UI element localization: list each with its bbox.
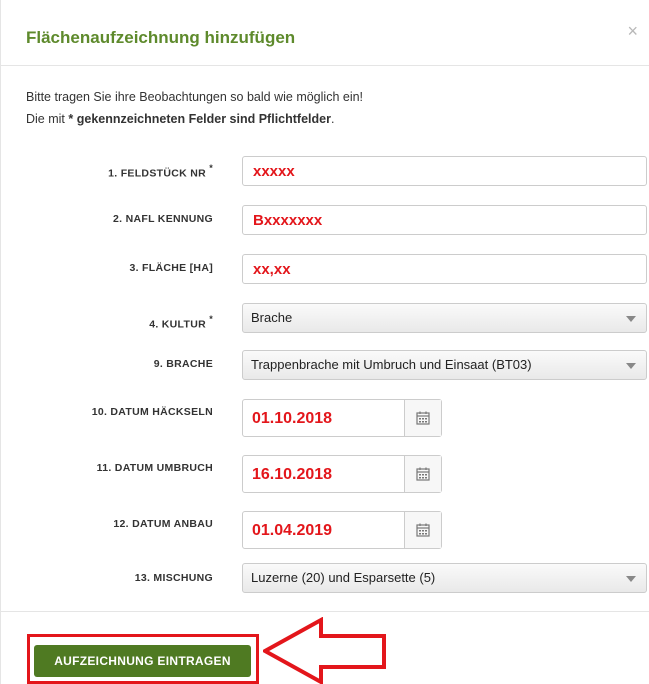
anbau-date-value: 01.04.2019 (252, 522, 333, 539)
brache-select[interactable]: Trappenbrache mit Umbruch und Einsaat (B… (242, 350, 647, 380)
field-row-kultur: 4. Kultur * Brache (1, 303, 649, 337)
label-umbruch: 11. Datum Umbruch (96, 462, 213, 474)
field-row-haeckseln: 10. Datum Häckseln 01.10.2018 (1, 399, 649, 437)
calendar-icon (416, 467, 430, 481)
calendar-icon (416, 523, 430, 537)
flaeche-input[interactable]: xx,xx (242, 254, 647, 284)
calendar-button[interactable] (404, 456, 441, 492)
nafl-input[interactable]: Bxxxxxxx (242, 205, 647, 235)
label-kultur-text: 4. Kultur (149, 318, 206, 331)
haeckseln-date-input[interactable]: 01.10.2018 (242, 399, 442, 437)
mischung-selected: Luzerne (20) und Esparsette (5) (251, 570, 436, 585)
brache-selected: Trappenbrache mit Umbruch und Einsaat (B… (251, 357, 532, 372)
anbau-date-input[interactable]: 01.04.2019 (242, 511, 442, 549)
intro-line-1: Bitte tragen Sie ihre Beobachtungen so b… (26, 90, 364, 104)
intro-prefix: Die mit (26, 112, 65, 126)
label-haeckseln: 10. Datum Häckseln (91, 406, 213, 418)
modal-header: Flächenaufzeichnung hinzufügen × (1, 0, 649, 66)
kultur-select[interactable]: Brache (242, 303, 647, 333)
calendar-button[interactable] (404, 512, 441, 548)
haeckseln-date-value: 01.10.2018 (252, 410, 333, 427)
required-marker: * (209, 163, 213, 173)
feldstueck-input[interactable]: xxxxx (242, 156, 647, 186)
field-row-nafl: 2. NAFL Kennung Bxxxxxxx (1, 205, 649, 239)
field-row-feldstueck: 1. Feldstück Nr * xxxxx (1, 156, 649, 190)
intro-required-note: * gekennzeichneten Felder sind Pflichtfe… (68, 112, 331, 126)
calendar-button[interactable] (404, 400, 441, 436)
red-arrow-annotation (263, 617, 386, 684)
intro-text: Bitte tragen Sie ihre Beobachtungen so b… (26, 86, 363, 130)
kultur-selected: Brache (251, 310, 293, 325)
chevron-down-icon (626, 316, 636, 322)
field-row-anbau: 12. Datum Anbau 01.04.2019 (1, 511, 649, 549)
label-mischung: 13. Mischung (134, 572, 213, 584)
modal-title: Flächenaufzeichnung hinzufügen (26, 28, 296, 47)
chevron-down-icon (626, 576, 636, 582)
umbruch-date-input[interactable]: 16.10.2018 (242, 455, 442, 493)
field-row-mischung: 13. Mischung Luzerne (20) und Esparsette… (1, 563, 649, 597)
chevron-down-icon (626, 363, 636, 369)
mischung-select[interactable]: Luzerne (20) und Esparsette (5) (242, 563, 647, 593)
calendar-icon (416, 411, 430, 425)
intro-line-2: Die mit * gekennzeichneten Felder sind P… (26, 108, 363, 130)
label-feldstueck: 1. Feldstück Nr * (1, 163, 213, 180)
label-brache: 9. Brache (153, 358, 213, 370)
required-marker: * (209, 314, 213, 324)
modal-dialog: Flächenaufzeichnung hinzufügen × Bitte t… (0, 0, 649, 684)
label-feldstueck-text: 1. Feldstück Nr (108, 167, 206, 180)
intro-suffix: . (330, 112, 335, 126)
close-icon[interactable]: × (627, 22, 638, 40)
umbruch-date-value: 16.10.2018 (252, 466, 333, 483)
submit-record-button[interactable]: Aufzeichnung eintragen (34, 645, 251, 677)
field-row-umbruch: 11. Datum Umbruch 16.10.2018 (1, 455, 649, 493)
label-kultur: 4. Kultur * (1, 314, 213, 331)
label-anbau: 12. Datum Anbau (113, 518, 213, 530)
label-flaeche: 3. Fläche [ha] (129, 262, 213, 274)
label-nafl: 2. NAFL Kennung (113, 213, 213, 225)
field-row-brache: 9. Brache Trappenbrache mit Umbruch und … (1, 350, 649, 384)
field-row-flaeche: 3. Fläche [ha] xx,xx (1, 254, 649, 288)
